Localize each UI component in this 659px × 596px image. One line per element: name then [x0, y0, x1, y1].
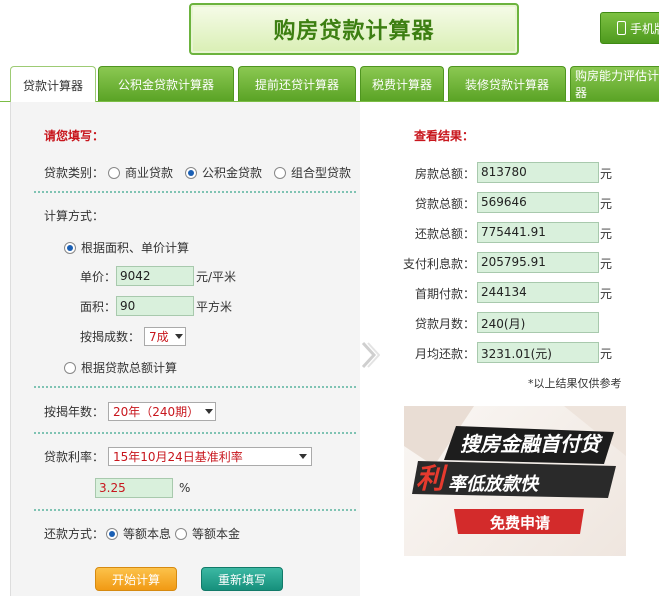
result-repay-total: 775441.91	[477, 222, 599, 243]
rate-number-input[interactable]: 3.25	[95, 478, 173, 498]
ad-big-char: 利	[416, 462, 445, 495]
result-house-total: 813780	[477, 162, 599, 183]
radio-equal-installment[interactable]	[106, 527, 119, 540]
ad-subline: 率低放款快	[448, 474, 538, 495]
radio-commercial-loan-label: 商业贷款	[125, 166, 174, 180]
result-unit: 元	[600, 287, 613, 301]
radio-method-area-label: 根据面积、单价计算	[81, 241, 190, 255]
ad-headline: 搜房金融首付贷	[460, 432, 600, 456]
years-row: 按揭年数： 20年（240期）	[44, 402, 216, 421]
ratio-row: 按揭成数： 7成	[80, 327, 186, 346]
mobile-version-button[interactable]: 手机版	[600, 12, 659, 44]
ad-banner[interactable]: 搜房金融首付贷 利 率低放款快 免费申请	[404, 406, 626, 556]
result-label-repay-total: 还款总额：	[414, 227, 475, 241]
start-calc-button[interactable]: 开始计算	[95, 567, 177, 591]
loan-type-row: 贷款类别： 商业贷款 公积金贷款 组合型贷款	[44, 164, 351, 181]
result-label-loan-total: 贷款总额：	[414, 197, 475, 211]
result-months: 240(月)	[477, 312, 599, 333]
result-loan-total: 569646	[477, 192, 599, 213]
area-label: 面积：	[80, 299, 117, 314]
phone-icon	[617, 21, 626, 35]
ratio-select-value: 7成	[149, 330, 169, 344]
divider	[34, 386, 356, 388]
result-label-months: 贷款月数：	[414, 317, 475, 331]
tab-loan-calculator[interactable]: 贷款计算器	[10, 66, 96, 103]
result-label-down-payment: 首期付款：	[414, 287, 475, 301]
divider	[34, 432, 356, 434]
result-label-monthly: 月均还款：	[414, 347, 475, 361]
years-label: 按揭年数：	[44, 405, 105, 419]
rate-label: 贷款利率：	[44, 450, 105, 464]
years-select-value: 20年（240期）	[113, 405, 200, 419]
chevron-right-icon	[361, 341, 380, 369]
mobile-version-label: 手机版	[630, 21, 659, 36]
loan-type-label: 贷款类别：	[44, 166, 105, 180]
result-unit: 元	[600, 197, 613, 211]
results-heading: 查看结果：	[414, 129, 475, 143]
divider	[34, 509, 356, 511]
radio-combined-loan[interactable]	[274, 166, 287, 179]
radio-commercial-loan[interactable]	[108, 166, 121, 179]
radio-combined-loan-label: 组合型贷款	[291, 166, 352, 180]
chevron-down-icon	[174, 334, 183, 339]
radio-equal-installment-label: 等额本息	[123, 527, 172, 541]
method-total-row: 根据贷款总额计算	[64, 359, 177, 376]
divider	[34, 191, 356, 193]
tab-tax-calculator[interactable]: 税费计算器	[360, 66, 444, 101]
unit-price-label: 单价：	[80, 269, 117, 284]
rate-row: 贷款利率： 15年10月24日基准利率	[44, 447, 312, 466]
unit-price-row: 单价： 9042 元/平米	[80, 266, 236, 286]
area-row: 面积： 90 平方米	[80, 296, 232, 316]
result-unit: 元	[600, 227, 613, 241]
result-unit: 元	[600, 167, 613, 181]
repay-label: 还款方式：	[44, 527, 105, 541]
radio-equal-principal[interactable]	[175, 527, 188, 540]
result-label-interest: 支付利息款：	[402, 257, 475, 271]
result-unit: 元	[600, 347, 613, 361]
rate-select-value: 15年10月24日基准利率	[113, 450, 243, 464]
repay-row: 还款方式： 等额本息 等额本金	[44, 525, 240, 542]
rate-select[interactable]: 15年10月24日基准利率	[108, 447, 312, 466]
radio-method-area[interactable]	[64, 241, 76, 254]
calc-method-label: 计算方式：	[44, 209, 105, 223]
area-unit: 平方米	[196, 299, 233, 314]
result-label-house-total: 房款总额：	[414, 167, 475, 181]
result-down-payment: 244134	[477, 282, 599, 303]
ratio-select[interactable]: 7成	[144, 327, 186, 346]
radio-method-total[interactable]	[64, 361, 76, 374]
chevron-down-icon	[205, 409, 214, 414]
tab-fund-loan-calculator[interactable]: 公积金贷款计算器	[98, 66, 234, 101]
method-area-row: 根据面积、单价计算	[64, 239, 189, 256]
form-heading: 请您填写：	[44, 129, 105, 143]
ratio-label: 按揭成数：	[80, 330, 141, 344]
ad-apply-button[interactable]: 免费申请	[460, 512, 580, 533]
result-monthly: 3231.01(元)	[477, 342, 599, 363]
radio-fund-loan-label: 公积金贷款	[202, 166, 263, 180]
calculator-tabs: 贷款计算器 公积金贷款计算器 提前还贷计算器 税费计算器 装修贷款计算器 购房能…	[0, 66, 659, 103]
reset-button[interactable]: 重新填写	[201, 567, 283, 591]
rate-number-row: 3.25 %	[95, 478, 190, 498]
result-interest: 205795.91	[477, 252, 599, 273]
page-title-box: 购房贷款计算器	[189, 3, 519, 55]
chevron-down-icon	[299, 454, 307, 459]
area-input[interactable]: 90	[116, 296, 194, 316]
result-unit: 元	[600, 257, 613, 271]
unit-price-unit: 元/平米	[196, 269, 237, 284]
years-select[interactable]: 20年（240期）	[108, 402, 216, 421]
page-title: 购房贷款计算器	[273, 19, 435, 44]
radio-method-total-label: 根据贷款总额计算	[81, 361, 178, 375]
radio-fund-loan[interactable]	[185, 166, 198, 179]
results-note: *以上结果仅供参考	[528, 377, 622, 390]
unit-price-input[interactable]: 9042	[116, 266, 194, 286]
tab-renovation-loan-calculator[interactable]: 装修贷款计算器	[448, 66, 566, 101]
rate-unit: %	[179, 481, 191, 495]
tab-prepayment-calculator[interactable]: 提前还贷计算器	[238, 66, 356, 101]
radio-equal-principal-label: 等额本金	[192, 527, 241, 541]
tab-affordability-calculator[interactable]: 购房能力评估计算器	[570, 66, 659, 101]
